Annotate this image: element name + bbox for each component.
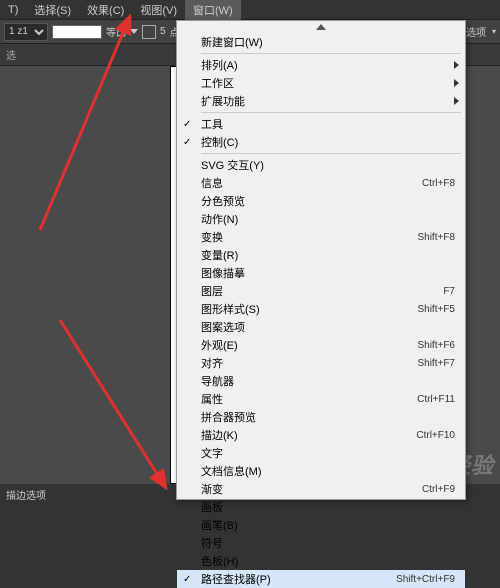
status-text: 描边选项 bbox=[6, 487, 46, 502]
menu-item-label: 对齐 bbox=[201, 355, 417, 371]
shape-num: 5 bbox=[160, 26, 166, 37]
stroke-mode-label: 等比 bbox=[106, 24, 126, 39]
menu-item[interactable]: 对齐Shift+F7 bbox=[177, 354, 465, 372]
dropdown-arrow-icon[interactable] bbox=[130, 29, 138, 34]
check-icon: ✓ bbox=[183, 574, 191, 585]
menubar-item[interactable]: 窗口(W) bbox=[185, 0, 241, 21]
menu-item[interactable]: 渐变Ctrl+F9 bbox=[177, 480, 465, 498]
menu-item[interactable]: 画笔(B)F5 bbox=[177, 516, 465, 534]
menu-item-label: 图像描摹 bbox=[201, 265, 455, 281]
menu-item-shortcut: F5 bbox=[443, 520, 455, 531]
menu-item-shortcut: Shift+F6 bbox=[417, 340, 455, 351]
menu-item-label: 符号 bbox=[201, 535, 391, 551]
menu-item-label: 排列(A) bbox=[201, 57, 455, 73]
menu-item-shortcut: Shift+F5 bbox=[417, 304, 455, 315]
menu-item[interactable]: 变换Shift+F8 bbox=[177, 228, 465, 246]
menu-item[interactable]: 变量(R) bbox=[177, 246, 465, 264]
menu-item-label: 文字 bbox=[201, 445, 455, 461]
menu-item-label: 画板 bbox=[201, 499, 455, 515]
check-icon: ✓ bbox=[183, 137, 191, 148]
menu-item-label: 工作区 bbox=[201, 75, 455, 91]
menu-item-shortcut: Ctrl+F8 bbox=[422, 178, 455, 189]
submenu-arrow-icon bbox=[454, 79, 459, 87]
menu-item-shortcut: Shift+F8 bbox=[417, 232, 455, 243]
menu-item-label: 外观(E) bbox=[201, 337, 417, 353]
menubar-item[interactable]: T) bbox=[0, 1, 26, 19]
menu-item[interactable]: 工作区 bbox=[177, 74, 465, 92]
menu-item-label: 工具 bbox=[201, 116, 455, 132]
menubar-item[interactable]: 选择(S) bbox=[26, 0, 79, 21]
menu-item-label: 路径查找器(P) bbox=[201, 571, 396, 587]
menu-item[interactable]: 新建窗口(W) bbox=[177, 33, 465, 51]
submenu-arrow-icon bbox=[454, 97, 459, 105]
menu-item-label: SVG 交互(Y) bbox=[201, 157, 455, 173]
menu-item-label: 拼合器预览 bbox=[201, 409, 455, 425]
menu-item[interactable]: 画板 bbox=[177, 498, 465, 516]
menu-separator bbox=[201, 53, 461, 54]
menu-item[interactable]: 属性Ctrl+F11 bbox=[177, 390, 465, 408]
menu-item-label: 变量(R) bbox=[201, 247, 455, 263]
menu-item[interactable]: 动作(N) bbox=[177, 210, 465, 228]
main-menubar: T)选择(S)效果(C)视图(V)窗口(W) bbox=[0, 0, 500, 20]
menu-item[interactable]: 拼合器预览 bbox=[177, 408, 465, 426]
menu-item[interactable]: 分色预览 bbox=[177, 192, 465, 210]
menu-item[interactable]: ✓ 路径查找器(P)Shift+Ctrl+F9 bbox=[177, 570, 465, 588]
menu-scroll-up[interactable] bbox=[177, 21, 465, 33]
menu-item-label: 分色预览 bbox=[201, 193, 455, 209]
menu-item-label: 渐变 bbox=[201, 481, 422, 497]
menu-item[interactable]: 色板(H) bbox=[177, 552, 465, 570]
menu-item[interactable]: 图案选项 bbox=[177, 318, 465, 336]
menu-separator bbox=[201, 112, 461, 113]
menu-item-label: 描边(K) bbox=[201, 427, 416, 443]
menu-item-shortcut: Shift+F7 bbox=[417, 358, 455, 369]
menu-separator bbox=[201, 153, 461, 154]
chevron-up-icon bbox=[316, 24, 326, 30]
menu-item-label: 图层 bbox=[201, 283, 443, 299]
menu-item-shortcut: Shift+Ctrl+F11 bbox=[391, 538, 455, 549]
menu-item[interactable]: ✓ 工具 bbox=[177, 115, 465, 133]
check-icon: ✓ bbox=[183, 119, 191, 130]
menu-item[interactable]: SVG 交互(Y) bbox=[177, 156, 465, 174]
menu-item[interactable]: 图形样式(S)Shift+F5 bbox=[177, 300, 465, 318]
menu-item[interactable]: 文档信息(M) bbox=[177, 462, 465, 480]
shape-icon[interactable] bbox=[142, 25, 156, 39]
menu-item[interactable]: 描边(K)Ctrl+F10 bbox=[177, 426, 465, 444]
menu-item[interactable]: 图层F7 bbox=[177, 282, 465, 300]
menu-item-label: 信息 bbox=[201, 175, 422, 191]
menu-item-label: 扩展功能 bbox=[201, 93, 455, 109]
tab-label[interactable]: 选 bbox=[6, 47, 16, 62]
menu-item-label: 色板(H) bbox=[201, 553, 455, 569]
menu-item-label: 属性 bbox=[201, 391, 417, 407]
menu-item-label: 导航器 bbox=[201, 373, 455, 389]
menu-item-label: 动作(N) bbox=[201, 211, 455, 227]
menu-item-label: 画笔(B) bbox=[201, 517, 443, 533]
menu-item[interactable]: 符号Shift+Ctrl+F11 bbox=[177, 534, 465, 552]
zoom-select[interactable]: 1 z1 bbox=[4, 23, 48, 41]
menu-item-shortcut: Ctrl+F11 bbox=[417, 394, 455, 405]
menu-item-label: 新建窗口(W) bbox=[201, 34, 455, 50]
menu-item-label: 图案选项 bbox=[201, 319, 455, 335]
menu-item-shortcut: Ctrl+F10 bbox=[416, 430, 455, 441]
menu-item-shortcut: Ctrl+F9 bbox=[422, 484, 455, 495]
menu-item[interactable]: 信息Ctrl+F8 bbox=[177, 174, 465, 192]
window-menu-dropdown: 新建窗口(W)排列(A)工作区扩展功能✓工具✓控制(C)SVG 交互(Y)信息C… bbox=[176, 20, 466, 500]
menu-item[interactable]: 外观(E)Shift+F6 bbox=[177, 336, 465, 354]
menu-item[interactable]: ✓ 控制(C) bbox=[177, 133, 465, 151]
stroke-preview[interactable] bbox=[52, 25, 102, 39]
menu-item[interactable]: 导航器 bbox=[177, 372, 465, 390]
menu-item[interactable]: 排列(A) bbox=[177, 56, 465, 74]
menu-item-shortcut: Shift+Ctrl+F9 bbox=[396, 574, 455, 585]
menu-item[interactable]: 图像描摹 bbox=[177, 264, 465, 282]
menu-item-label: 控制(C) bbox=[201, 134, 455, 150]
menu-item[interactable]: 文字 bbox=[177, 444, 465, 462]
menubar-item[interactable]: 效果(C) bbox=[79, 0, 132, 21]
chevron-down-icon[interactable]: ▾ bbox=[492, 27, 496, 36]
menu-item-shortcut: F7 bbox=[443, 286, 455, 297]
menu-item[interactable]: 扩展功能 bbox=[177, 92, 465, 110]
menu-item-label: 变换 bbox=[201, 229, 417, 245]
menubar-item[interactable]: 视图(V) bbox=[132, 0, 185, 21]
submenu-arrow-icon bbox=[454, 61, 459, 69]
menu-item-label: 文档信息(M) bbox=[201, 463, 455, 479]
menu-item-label: 图形样式(S) bbox=[201, 301, 417, 317]
